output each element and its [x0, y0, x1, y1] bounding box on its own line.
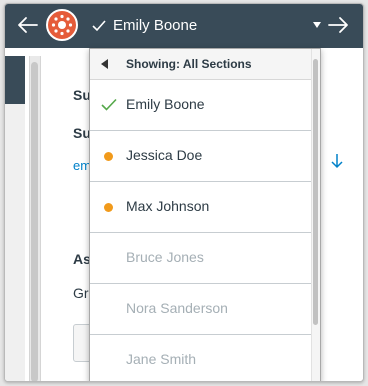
student-option[interactable]: Jessica Doe [90, 131, 312, 182]
caret-down-icon [313, 22, 321, 28]
student-option[interactable]: Nora Sanderson [90, 284, 312, 335]
left-rail-light [5, 104, 25, 381]
triangle-left-icon [101, 59, 108, 69]
left-scrollbar-thumb[interactable] [31, 62, 38, 381]
right-arrow-icon[interactable] [327, 14, 349, 36]
status-dot-icon [104, 203, 113, 212]
student-option[interactable]: Bruce Jones [90, 233, 312, 284]
canvas-logo-icon [46, 9, 78, 41]
selected-student-name: Emily Boone [113, 17, 198, 34]
student-name: Bruce Jones [126, 249, 204, 265]
left-rail-dark [5, 56, 25, 104]
student-dropdown: Showing: All Sections Emily Boone Jessic… [89, 48, 321, 381]
top-navigation-bar: Emily Boone [5, 4, 363, 48]
student-name: Nora Sanderson [126, 300, 228, 316]
student-name: Emily Boone [126, 96, 205, 112]
section-filter[interactable]: Showing: All Sections [90, 49, 320, 80]
student-option[interactable]: Emily Boone [90, 80, 312, 131]
student-name: Max Johnson [126, 198, 210, 214]
checkmark-icon [92, 20, 106, 32]
left-arrow-icon[interactable] [17, 14, 39, 36]
grade-label: Gr [73, 285, 89, 301]
speedgrader-window: Emily Boone Su Su em As Gr Showing: All … [4, 3, 364, 382]
download-icon[interactable] [330, 152, 344, 170]
dropdown-scrollbar-thumb[interactable] [313, 59, 318, 325]
student-name: Jessica Doe [126, 147, 203, 163]
student-option[interactable]: Max Johnson [90, 182, 312, 233]
checkmark-icon [101, 98, 117, 111]
status-dot-icon [104, 152, 113, 161]
student-option[interactable]: Jane Smith [90, 335, 312, 381]
student-name: Jane Smith [126, 351, 197, 367]
student-selector[interactable]: Emily Boone [91, 4, 321, 48]
section-filter-label: Showing: All Sections [126, 57, 252, 71]
